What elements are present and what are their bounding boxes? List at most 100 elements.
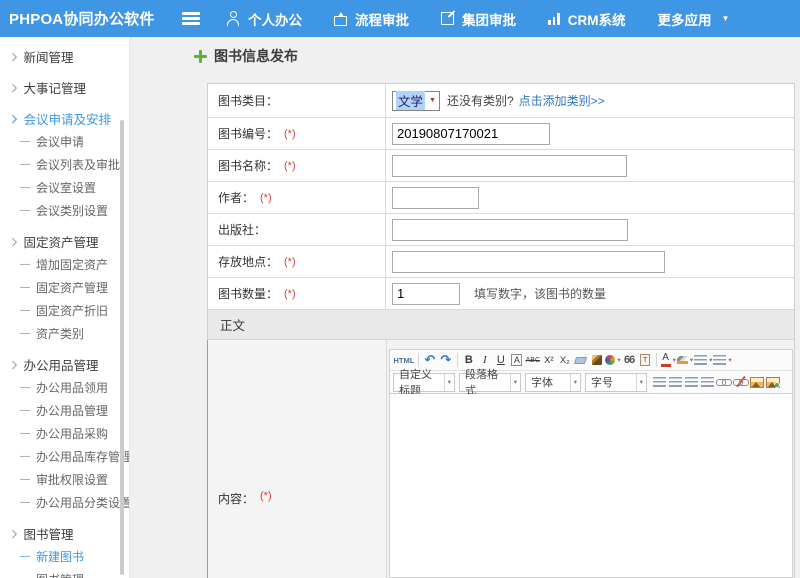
nav-label: 更多应用 [658, 9, 712, 29]
form-row-author: 作者：(*) [208, 182, 794, 214]
sidebar-item-meeting-room-settings[interactable]: —会议室设置 [0, 176, 129, 199]
unlink-icon[interactable] [733, 374, 749, 391]
dash-icon: — [20, 405, 30, 416]
caret-small-icon: ▾ [636, 374, 643, 391]
chevron-right-icon [9, 530, 17, 538]
nav-personal-office[interactable]: 个人办公 [226, 9, 302, 29]
subscript-icon[interactable]: X₂ [557, 352, 572, 369]
chevron-down-icon: ▼ [722, 14, 730, 23]
sidebar-item-events-mgmt[interactable]: 大事记管理 [0, 76, 129, 99]
dash-icon: — [20, 451, 30, 462]
sidebar-item-supplies-inventory[interactable]: —办公用品库存管理 [0, 445, 129, 468]
caret-small-icon: ▾ [444, 374, 451, 391]
sidebar-item-supplies-category-settings[interactable]: —办公用品分类设置 [0, 491, 129, 514]
form-row-quantity: 图书数量：(*) 填写数字，该图书的数量 [208, 278, 794, 310]
required-mark: (*) [260, 192, 272, 204]
book-number-input[interactable] [392, 123, 550, 145]
dash-icon: — [20, 182, 30, 193]
blockquote-icon[interactable]: 66 [622, 352, 637, 369]
sidebar-scrollbar[interactable] [120, 120, 124, 575]
required-mark: (*) [284, 256, 296, 268]
nav-more-apps[interactable]: 更多应用 ▼ [658, 9, 730, 29]
sidebar-item-supplies-mgmt[interactable]: —办公用品管理 [0, 399, 129, 422]
add-category-link[interactable]: 点击添加类别>> [519, 92, 605, 109]
form-row-book-name: 图书名称：(*) [208, 150, 794, 182]
paragraph-format-select[interactable]: 段落格式▾ [459, 373, 521, 392]
chevron-right-icon [9, 238, 17, 246]
nav-workflow-approval[interactable]: 流程审批 [334, 9, 409, 29]
edit-approval-icon [441, 12, 454, 25]
unordered-list-icon[interactable]: ▾ [713, 352, 731, 369]
caret-small-icon: ▾ [510, 374, 517, 391]
page-title: 图书信息发布 [214, 46, 298, 66]
sidebar-item-supplies-claim[interactable]: —办公用品领用 [0, 376, 129, 399]
sidebar-item-fixed-asset-mgmt[interactable]: —固定资产管理 [0, 276, 129, 299]
sidebar-item-office-supplies-group[interactable]: 办公用品管理 [0, 353, 129, 376]
publisher-input[interactable] [392, 219, 628, 241]
dash-icon: — [20, 574, 30, 578]
insert-image-icon[interactable] [766, 374, 781, 391]
quantity-input[interactable] [392, 283, 460, 305]
align-right-icon[interactable] [684, 374, 699, 391]
sidebar-item-fixed-asset-depreciation[interactable]: —固定资产折旧 [0, 299, 129, 322]
nav-label: 流程审批 [355, 9, 409, 29]
toolbar-separator [418, 353, 419, 367]
caret-small-icon: ▾ [728, 356, 731, 364]
sidebar-item-meeting-request-group[interactable]: 会议申请及安排 [0, 107, 129, 130]
heading-style-select[interactable]: 自定义标题▾ [393, 373, 455, 392]
eraser-icon[interactable] [573, 352, 588, 369]
hamburger-menu-icon[interactable] [182, 10, 200, 28]
dash-icon: — [20, 305, 30, 316]
align-left-icon[interactable] [652, 374, 667, 391]
caret-small-icon: ▾ [570, 374, 577, 391]
body-section-header: 正文 [208, 310, 794, 340]
form-row-location: 存放地点：(*) [208, 246, 794, 278]
font-family-select[interactable]: 字体▾ [525, 373, 581, 392]
sidebar-item-book-mgmt[interactable]: —图书管理 [0, 568, 129, 578]
book-name-input[interactable] [392, 155, 627, 177]
nav-group-approval[interactable]: 集团审批 [441, 9, 516, 29]
sidebar-item-meeting-list-approval[interactable]: —会议列表及审批 [0, 153, 129, 176]
category-select[interactable]: 文学 ▼ [392, 91, 440, 111]
sidebar-item-add-fixed-asset[interactable]: —增加固定资产 [0, 253, 129, 276]
text-color-palette-icon[interactable]: ▾ [605, 352, 620, 369]
sidebar-item-supplies-purchase[interactable]: —办公用品采购 [0, 422, 129, 445]
superscript-icon[interactable]: X² [541, 352, 556, 369]
sidebar-item-new-book[interactable]: —新建图书 [0, 545, 129, 568]
sidebar-item-meeting-category-settings[interactable]: —会议类别设置 [0, 199, 129, 222]
sidebar-item-asset-category[interactable]: —资产类别 [0, 322, 129, 345]
author-input[interactable] [392, 187, 479, 209]
dash-icon: — [20, 497, 30, 508]
font-size-select[interactable]: 字号▾ [585, 373, 647, 392]
align-center-icon[interactable] [668, 374, 683, 391]
location-input[interactable] [392, 251, 665, 273]
insert-link-icon[interactable] [716, 374, 732, 391]
dash-icon: — [20, 159, 30, 170]
editor-toolbar-row2: 自定义标题▾ 段落格式▾ 字体▾ 字号▾ [390, 371, 792, 394]
strikethrough-icon[interactable]: ABC [525, 352, 540, 369]
paste-icon[interactable]: T [638, 352, 653, 369]
form-row-category: 图书类目： 文学 ▼ 还没有类别? 点击添加类别>> [208, 84, 794, 118]
font-border-icon[interactable]: A [509, 352, 524, 369]
top-nav: 个人办公 流程审批 集团审批 CRM系统 更多应用 ▼ [226, 9, 729, 29]
sidebar-item-approval-permission-settings[interactable]: —审批权限设置 [0, 468, 129, 491]
font-color-icon[interactable]: A▾ [661, 352, 676, 369]
publisher-label: 出版社： [218, 221, 266, 238]
dash-icon: — [20, 474, 30, 485]
highlight-color-icon[interactable]: ▾ [677, 352, 693, 369]
align-justify-icon[interactable] [700, 374, 715, 391]
sidebar-item-news-mgmt[interactable]: 新闻管理 [0, 45, 129, 68]
ordered-list-icon[interactable]: ▾ [694, 352, 712, 369]
nav-crm-system[interactable]: CRM系统 [548, 9, 626, 29]
redo-icon[interactable]: ↷ [438, 352, 453, 369]
editor-content-area[interactable] [390, 394, 792, 577]
sidebar-item-fixed-assets-group[interactable]: 固定资产管理 [0, 230, 129, 253]
sidebar-item-book-mgmt-group[interactable]: 图书管理 [0, 522, 129, 545]
chevron-right-icon [9, 361, 17, 369]
app-logo: PHPOA协同办公软件 [0, 8, 160, 29]
image-icon[interactable] [750, 374, 765, 391]
format-brush-icon[interactable] [589, 352, 604, 369]
nav-label: 集团审批 [462, 9, 516, 29]
sidebar-item-meeting-request[interactable]: —会议申请 [0, 130, 129, 153]
bar-chart-icon [548, 13, 560, 25]
